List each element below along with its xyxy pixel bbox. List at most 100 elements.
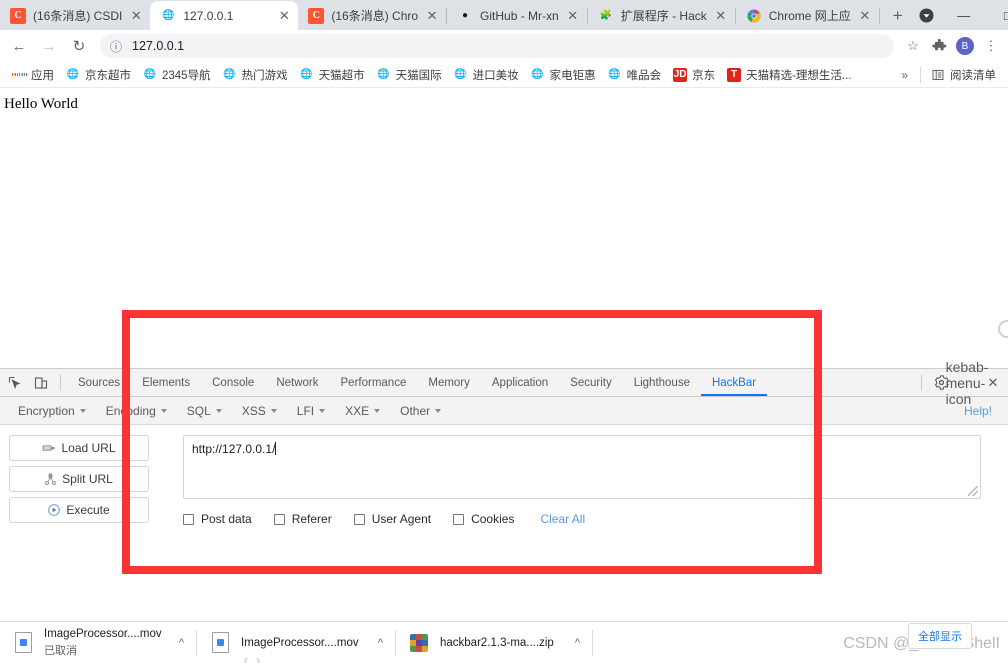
checkbox-post-data[interactable]: Post data xyxy=(183,512,252,526)
bookmark-item-10[interactable]: T 天猫精选-理想生活... xyxy=(721,65,857,85)
forward-button[interactable]: → xyxy=(34,32,64,60)
devtools-tab-lighthouse[interactable]: Lighthouse xyxy=(623,369,701,396)
inspect-element-icon[interactable] xyxy=(2,370,28,396)
reading-list-label: 阅读清单 xyxy=(950,69,996,82)
back-button[interactable]: ← xyxy=(4,32,34,60)
load-url-button[interactable]: Load URL xyxy=(9,435,149,461)
checkbox-box[interactable] xyxy=(453,513,465,525)
bookmark-item-apps[interactable]: 应用 xyxy=(6,65,60,85)
show-all-downloads-button[interactable]: 全部显示 xyxy=(908,623,972,649)
download-filename: hackbar2.1.3-ma....zip xyxy=(440,636,554,649)
globe-icon: 🌐 xyxy=(608,68,621,80)
bookmarks-overflow-button[interactable]: » xyxy=(893,68,916,82)
bookmark-label: 天猫国际 xyxy=(395,69,442,82)
download-item-2[interactable]: ImageProcessor....mov ^ xyxy=(197,622,395,663)
bookmark-item-9[interactable]: JD 京东 xyxy=(667,65,721,85)
hackbar-url-textarea[interactable]: http://127.0.0.1/ xyxy=(183,435,981,499)
globe-icon: 🌐 xyxy=(377,68,390,80)
browser-tab-3[interactable]: C (16条消息) Chro ✕ xyxy=(298,1,446,30)
devtools-tab-hackbar[interactable]: HackBar xyxy=(701,369,767,396)
chrome-menu-icon[interactable]: ⋮ xyxy=(978,33,1004,59)
text-cursor xyxy=(275,442,277,455)
hackbar-menu-encoding[interactable]: Encoding xyxy=(96,404,177,418)
window-minimize-button[interactable]: — xyxy=(942,0,986,30)
globe-icon: 🌐 xyxy=(531,68,544,80)
checkbox-box[interactable] xyxy=(353,513,365,525)
browser-tab-2-active[interactable]: 🌐 127.0.0.1 ✕ xyxy=(150,1,299,30)
menu-label: XXE xyxy=(345,403,370,418)
devtools-tab-security[interactable]: Security xyxy=(559,369,623,396)
textarea-resize-handle[interactable] xyxy=(968,486,978,496)
bookmark-item-4[interactable]: 🌐 天猫超市 xyxy=(294,65,371,85)
checkbox-user-agent[interactable]: User Agent xyxy=(353,512,432,526)
devtools-tab-application[interactable]: Application xyxy=(481,369,559,396)
tab-close-icon[interactable]: ✕ xyxy=(276,8,292,24)
load-url-icon xyxy=(42,443,56,454)
devtools-close-icon[interactable]: ✕ xyxy=(980,370,1006,396)
download-menu-chevron-icon[interactable]: ^ xyxy=(179,637,184,649)
hackbar-menu-encryption[interactable]: Encryption xyxy=(8,404,96,418)
tab-close-icon[interactable]: ✕ xyxy=(424,8,440,24)
tab-close-icon[interactable]: ✕ xyxy=(857,8,873,24)
download-menu-chevron-icon[interactable]: ^ xyxy=(378,637,383,649)
devtools-tab-sources[interactable]: Sources xyxy=(67,369,131,396)
bookmark-item-7[interactable]: 🌐 家电钜惠 xyxy=(525,65,602,85)
profile-avatar[interactable]: B xyxy=(952,33,978,59)
tab-close-icon[interactable]: ✕ xyxy=(713,8,729,24)
tab-close-icon[interactable]: ✕ xyxy=(565,8,581,24)
profile-chip-icon[interactable] xyxy=(912,0,942,30)
tab-title: 127.0.0.1 xyxy=(183,8,234,23)
chevron-down-icon xyxy=(374,408,381,413)
split-url-button[interactable]: Split URL xyxy=(9,466,149,492)
browser-tab-4[interactable]: ● GitHub - Mr-xn ✕ xyxy=(447,1,587,30)
devtools-tab-performance[interactable]: Performance xyxy=(330,369,418,396)
checkbox-referer[interactable]: Referer xyxy=(273,512,332,526)
bookmark-item-1[interactable]: 🌐 京东超市 xyxy=(60,65,137,85)
checkbox-cookies[interactable]: Cookies xyxy=(453,512,514,526)
bookmark-item-8[interactable]: 🌐 唯品会 xyxy=(602,65,668,85)
download-item-3[interactable]: hackbar2.1.3-ma....zip ^ xyxy=(396,622,592,663)
bookmark-item-5[interactable]: 🌐 天猫国际 xyxy=(371,65,448,85)
bookmark-label: 京东 xyxy=(692,69,716,82)
bookmark-star-icon[interactable]: ☆ xyxy=(900,33,926,59)
site-info-icon[interactable]: ⓘ xyxy=(108,38,124,54)
download-item-1[interactable]: ImageProcessor....mov 已取消 ^ xyxy=(0,622,196,663)
hackbar-menu-other[interactable]: Other xyxy=(390,404,451,418)
tab-close-icon[interactable]: ✕ xyxy=(128,8,144,24)
address-bar[interactable]: ⓘ 127.0.0.1 xyxy=(100,34,894,58)
bookmark-item-2[interactable]: 🌐 2345导航 xyxy=(137,65,217,85)
download-menu-chevron-icon[interactable]: ^ xyxy=(575,637,580,649)
reading-list-icon xyxy=(931,68,945,82)
hackbar-menu-bar: Encryption Encoding SQL XSS LFI XXE Othe… xyxy=(0,397,1008,425)
hackbar-menu-sql[interactable]: SQL xyxy=(177,404,232,418)
window-maximize-button[interactable]: □ xyxy=(986,0,1008,30)
globe-icon: 🌐 xyxy=(300,68,313,80)
device-toolbar-icon[interactable] xyxy=(28,370,54,396)
devtools-tab-elements[interactable]: Elements xyxy=(131,369,201,396)
extensions-puzzle-icon[interactable] xyxy=(926,33,952,59)
browser-tab-1[interactable]: C (16条消息) CSDI ✕ xyxy=(0,1,150,30)
kebab-menu-icon[interactable]: kebab-menu-icon xyxy=(946,359,989,407)
reading-list-button[interactable]: 阅读清单 xyxy=(925,65,1002,85)
hackbar-menu-xss[interactable]: XSS xyxy=(232,404,287,418)
new-tab-button[interactable]: + xyxy=(884,2,912,30)
hackbar-help-link[interactable]: Help! xyxy=(964,404,1000,418)
hackbar-menu-lfi[interactable]: LFI xyxy=(287,404,335,418)
browser-tab-5[interactable]: 🧩 扩展程序 - Hack ✕ xyxy=(588,1,735,30)
devtools-tab-console[interactable]: Console xyxy=(201,369,265,396)
globe-icon: 🌐 xyxy=(223,68,236,80)
bookmark-item-6[interactable]: 🌐 进口美妆 xyxy=(448,65,525,85)
bookmarks-divider xyxy=(920,66,921,83)
tab-title: 扩展程序 - Hack xyxy=(620,9,707,23)
checkbox-label: User Agent xyxy=(371,512,432,526)
bookmark-item-3[interactable]: 🌐 热门游戏 xyxy=(217,65,294,85)
devtools-tab-network[interactable]: Network xyxy=(265,369,329,396)
clear-all-link[interactable]: Clear All xyxy=(540,512,585,526)
checkbox-box[interactable] xyxy=(273,513,285,525)
execute-button[interactable]: Execute xyxy=(9,497,149,523)
devtools-tab-memory[interactable]: Memory xyxy=(417,369,481,396)
browser-tab-6[interactable]: Chrome 网上应 ✕ xyxy=(736,1,879,30)
reload-button[interactable]: ↻ xyxy=(64,32,94,60)
checkbox-box[interactable] xyxy=(183,513,194,525)
hackbar-menu-xxe[interactable]: XXE xyxy=(335,404,390,418)
